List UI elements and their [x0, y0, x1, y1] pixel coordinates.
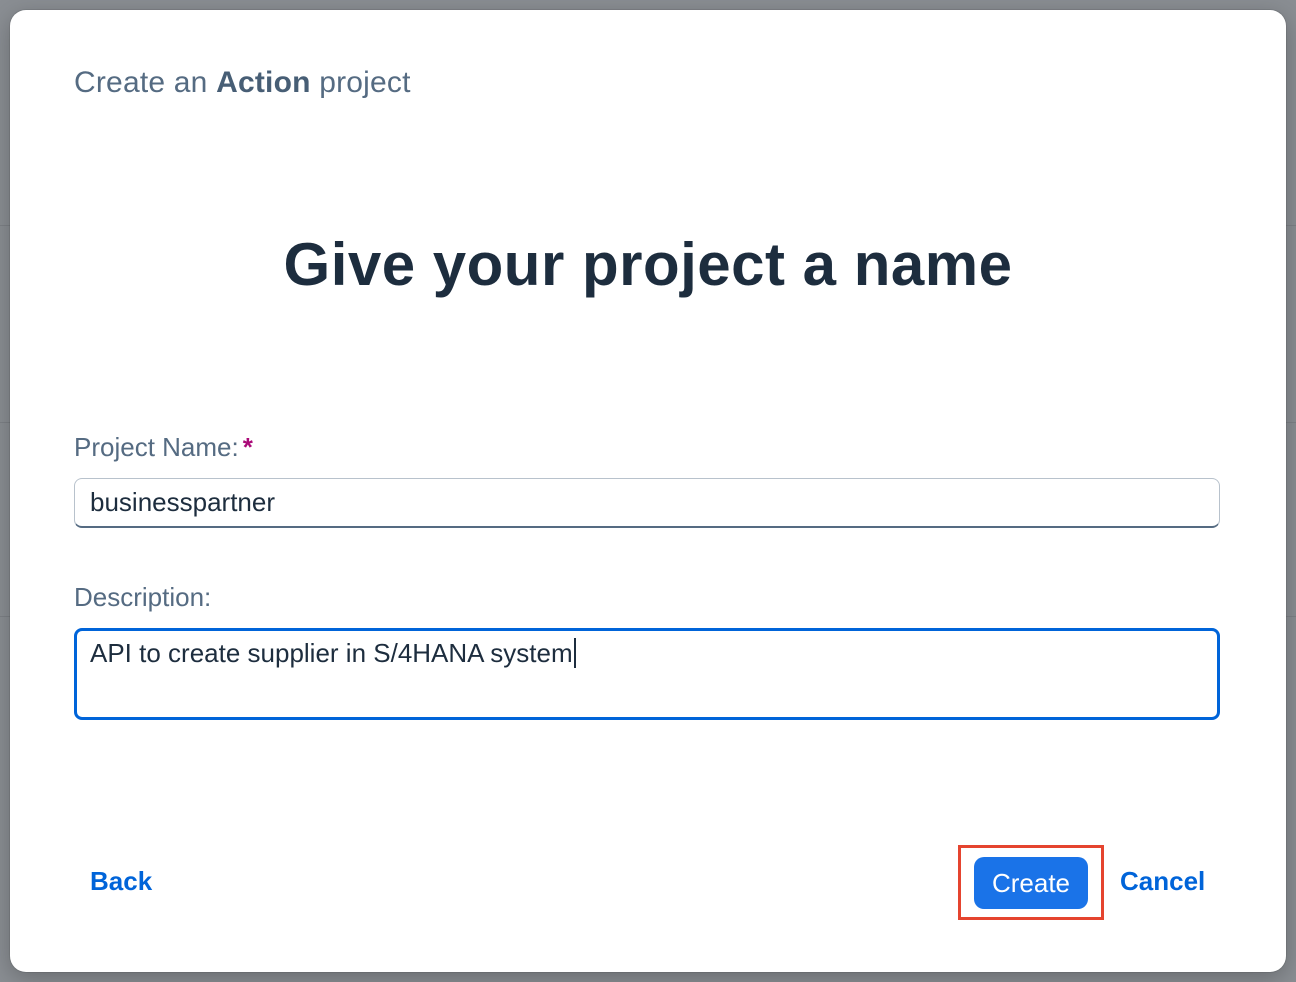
description-textarea[interactable]: API to create supplier in S/4HANA system — [74, 628, 1220, 720]
back-button[interactable]: Back — [90, 866, 152, 897]
required-marker: * — [242, 432, 253, 462]
project-name-input[interactable]: businesspartner — [74, 478, 1220, 528]
description-label: Description: — [74, 582, 212, 612]
create-button[interactable]: Create — [974, 857, 1088, 909]
description-value: API to create supplier in S/4HANA system — [90, 638, 573, 668]
subtitle-prefix: Create an — [74, 66, 208, 99]
project-name-label: Project Name: * — [74, 432, 253, 463]
cancel-button[interactable]: Cancel — [1120, 866, 1205, 897]
project-name-value: businesspartner — [90, 487, 275, 517]
create-project-dialog: Create an Action project Give your proje… — [10, 10, 1286, 972]
dialog-subtitle: Create an Action project — [74, 66, 411, 100]
subtitle-project-type: Action — [216, 66, 311, 99]
subtitle-suffix: project — [319, 66, 411, 99]
project-name-label-text: Project Name: — [74, 432, 239, 462]
dialog-title: Give your project a name — [283, 231, 1013, 298]
text-caret — [573, 638, 576, 669]
